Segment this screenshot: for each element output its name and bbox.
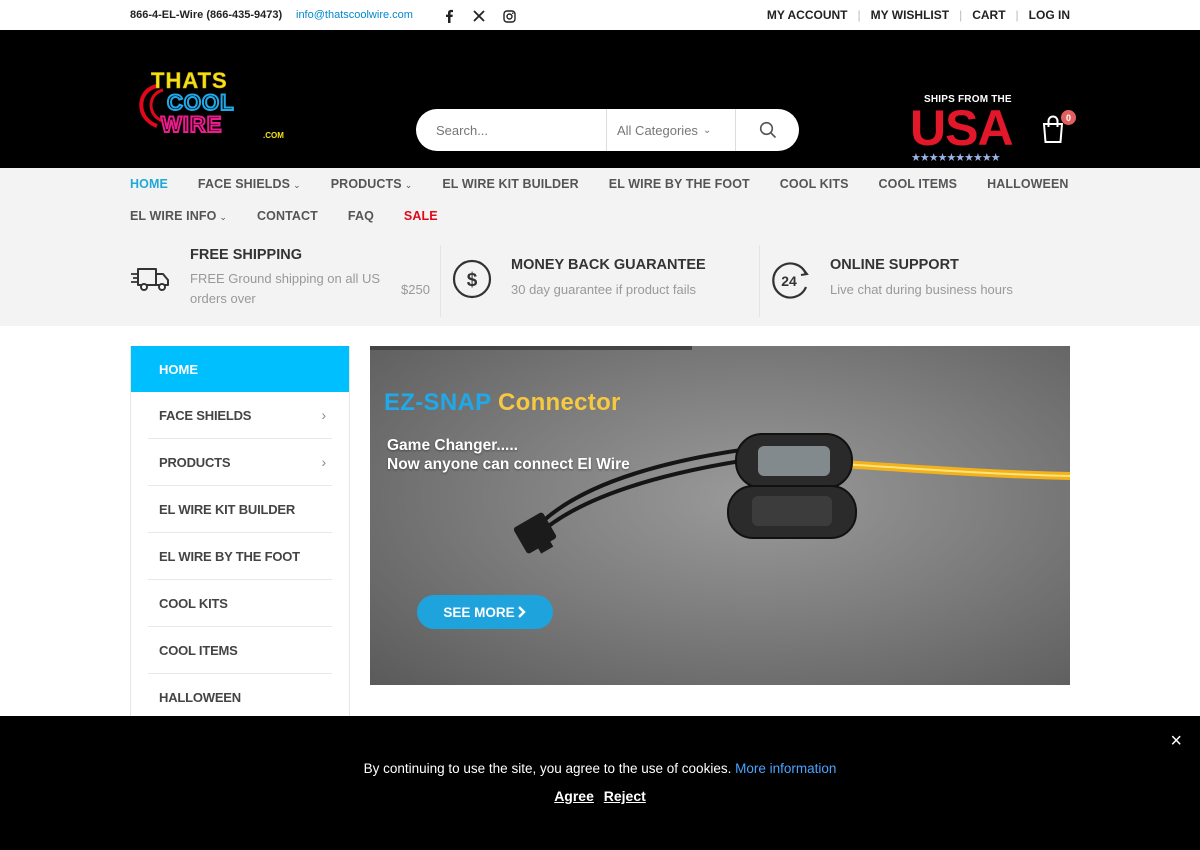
banner-subtitle: Game Changer..... Now anyone can connect…	[387, 437, 630, 473]
account-links: MY ACCOUNT | MY WISHLIST | CART | LOG IN	[766, 8, 1070, 22]
search-button[interactable]	[736, 109, 799, 151]
svg-text:$: $	[467, 270, 478, 291]
cart-count-badge: 0	[1061, 110, 1076, 125]
sidebar-item-cool-items[interactable]: COOL ITEMS	[148, 627, 332, 674]
nav-el-wire-kit-builder[interactable]: EL WIRE KIT BUILDER	[442, 177, 578, 191]
hero-banner[interactable]: EZ-SNAP Connector Game Changer..... Now …	[370, 346, 1070, 685]
dollar-coin-icon: $	[451, 258, 493, 305]
see-more-button[interactable]: SEE MORE	[417, 595, 553, 629]
feature-free-shipping: FREE SHIPPING FREE Ground shipping on al…	[130, 245, 441, 317]
main-nav: HOME FACE SHIELDS ⌄ PRODUCTS ⌄ EL WIRE KIT…	[130, 168, 1090, 232]
nav-halloween[interactable]: HALLOWEEN	[987, 177, 1068, 191]
feature-title: FREE SHIPPING	[190, 247, 302, 263]
svg-text:.COM: .COM	[263, 131, 284, 138]
chevron-right-icon: ›	[321, 454, 327, 470]
ships-from-usa-badge: SHIPS FROM THE USA ★★★★★★★★★★	[908, 92, 1026, 168]
search-input[interactable]	[416, 109, 606, 151]
cart-button[interactable]: 0	[1040, 110, 1076, 146]
cookie-consent-bar: × By continuing to use the site, you agr…	[0, 716, 1200, 850]
nav-sale[interactable]: SALE	[404, 209, 438, 223]
cart-link[interactable]: CART	[972, 8, 1005, 22]
feature-description: FREE Ground shipping on all US orders ov…	[190, 271, 381, 306]
usa-text: USA	[910, 100, 1014, 156]
search-bar: All Categories ⌄	[416, 109, 799, 151]
feature-online-support: 24 ONLINE SUPPORT Live chat during busin…	[760, 245, 1070, 317]
nav-home[interactable]: HOME	[130, 177, 168, 191]
nav-el-wire-info[interactable]: EL WIRE INFO ⌄	[130, 209, 227, 223]
features-strip: FREE SHIPPING FREE Ground shipping on al…	[130, 245, 1070, 317]
site-header: THATS COOL WIRE .COM All Categories ⌄ SH…	[0, 30, 1200, 168]
cookie-buttons: Agree Reject	[0, 788, 1200, 804]
banner-title: EZ-SNAP Connector	[384, 389, 621, 416]
chevron-down-icon: ⌄	[404, 180, 413, 190]
chevron-down-icon: ⌄	[219, 212, 228, 222]
chevron-down-icon: ⌄	[702, 124, 712, 136]
nav-face-shields[interactable]: FACE SHIELDS ⌄	[198, 177, 301, 191]
social-links	[441, 8, 517, 24]
my-account-link[interactable]: MY ACCOUNT	[767, 8, 848, 22]
support-24-icon: 24	[770, 260, 812, 305]
sidebar-item-cool-kits[interactable]: COOL KITS	[148, 580, 332, 627]
search-icon	[759, 121, 776, 139]
feature-description: 30 day guarantee if product fails	[511, 282, 697, 297]
instagram-icon[interactable]	[501, 8, 517, 24]
svg-text:24: 24	[781, 273, 797, 289]
feature-title: ONLINE SUPPORT	[830, 257, 959, 273]
chevron-right-icon	[517, 606, 526, 618]
navigation-area: HOME FACE SHIELDS ⌄ PRODUCTS ⌄ EL WIRE KIT…	[0, 168, 1200, 326]
x-icon[interactable]	[471, 8, 487, 24]
facebook-icon[interactable]	[441, 8, 457, 24]
sidebar-item-el-wire-by-the-foot[interactable]: EL WIRE BY THE FOOT	[148, 533, 332, 580]
top-bar: 866-4-EL-Wire (866-435-9473) info@thatsc…	[0, 0, 1200, 30]
sidebar-item-products[interactable]: PRODUCTS ›	[148, 439, 332, 486]
truck-icon	[130, 263, 172, 298]
sidebar-item-face-shields[interactable]: FACE SHIELDS ›	[148, 392, 332, 439]
main-nav-row-1: HOME FACE SHIELDS ⌄ PRODUCTS ⌄ EL WIRE KIT…	[130, 168, 1090, 200]
nav-contact[interactable]: CONTACT	[257, 209, 318, 223]
category-select-value: All Categories	[617, 122, 698, 138]
more-information-link[interactable]: More information	[735, 761, 836, 776]
nav-el-wire-by-the-foot[interactable]: EL WIRE BY THE FOOT	[609, 177, 750, 191]
nav-cool-kits[interactable]: COOL KITS	[780, 177, 849, 191]
svg-text:WIRE: WIRE	[161, 112, 222, 137]
sidebar-item-el-wire-kit-builder[interactable]: EL WIRE KIT BUILDER	[148, 486, 332, 533]
feature-title: MONEY BACK GUARANTEE	[511, 257, 706, 273]
login-link[interactable]: LOG IN	[1029, 8, 1070, 22]
category-sidebar: HOME FACE SHIELDS › PRODUCTS › EL WIRE KIT…	[130, 346, 350, 726]
sidebar-item-home[interactable]: HOME	[131, 346, 349, 392]
category-select[interactable]: All Categories ⌄	[606, 109, 736, 151]
nav-cool-items[interactable]: COOL ITEMS	[879, 177, 958, 191]
agree-button[interactable]: Agree	[554, 788, 594, 804]
phone-number[interactable]: 866-4-EL-Wire (866-435-9473)	[130, 9, 282, 21]
my-wishlist-link[interactable]: MY WISHLIST	[871, 8, 949, 22]
usa-stars: ★★★★★★★★★★	[911, 152, 1001, 164]
chevron-right-icon: ›	[321, 407, 327, 423]
nav-faq[interactable]: FAQ	[348, 209, 374, 223]
feature-extra: $250	[401, 282, 430, 297]
feature-description: Live chat during business hours	[830, 282, 1013, 297]
nav-products[interactable]: PRODUCTS ⌄	[331, 177, 413, 191]
cookie-message: By continuing to use the site, you agree…	[363, 761, 837, 776]
email-link[interactable]: info@thatscoolwire.com	[296, 9, 413, 21]
close-icon[interactable]: ×	[1170, 730, 1182, 753]
reject-button[interactable]: Reject	[604, 788, 646, 804]
chevron-down-icon: ⌄	[293, 180, 301, 190]
main-nav-row-2: EL WIRE INFO ⌄ CONTACT FAQ SALE	[130, 200, 1090, 232]
site-logo[interactable]: THATS COOL WIRE .COM	[135, 66, 297, 140]
feature-money-back: $ MONEY BACK GUARANTEE 30 day guarantee …	[441, 245, 760, 317]
sidebar-item-halloween[interactable]: HALLOWEEN	[148, 674, 332, 721]
